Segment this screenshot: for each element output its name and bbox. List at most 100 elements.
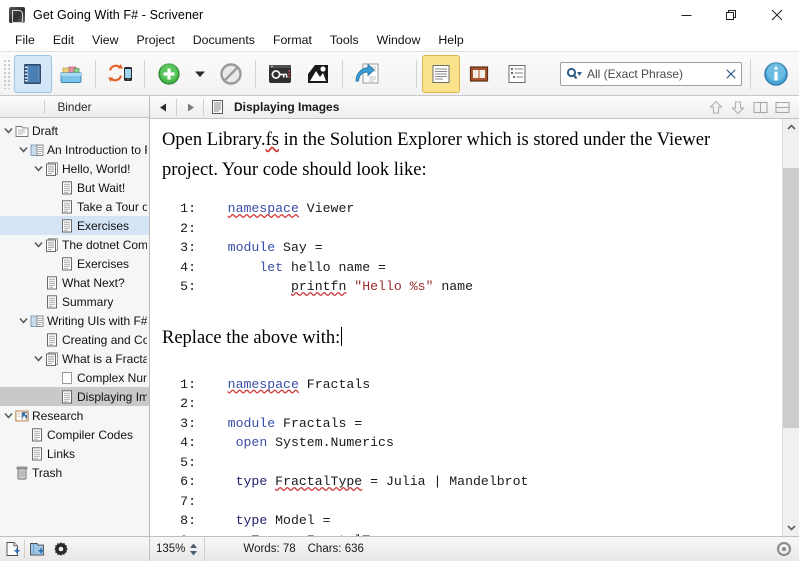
binder-item-label: Research [32, 408, 84, 423]
collections-button[interactable] [52, 55, 90, 93]
binder-item-compiler-codes[interactable]: Compiler Codes [0, 425, 149, 444]
add-button[interactable] [150, 55, 188, 93]
add-dropdown-button[interactable] [188, 55, 212, 93]
main-body: Binder Draft An Introduction to F# Hello, … [0, 96, 799, 536]
scrollbar-thumb[interactable] [782, 168, 799, 428]
back-button[interactable] [152, 97, 174, 118]
disclosure-triangle-open-icon[interactable] [32, 354, 45, 363]
clear-x-icon[interactable] [726, 68, 736, 79]
zoom-control[interactable]: 135% [150, 536, 206, 561]
split-vertical-icon [752, 101, 768, 113]
disclosure-triangle-open-icon[interactable] [32, 164, 45, 173]
disclosure-triangle-open-icon[interactable] [2, 126, 15, 135]
export-button[interactable] [348, 55, 386, 93]
document-icon [45, 294, 59, 309]
go-down-button[interactable] [727, 97, 749, 118]
binder-item-but-wait[interactable]: But Wait! [0, 178, 149, 197]
disclosure-triangle-open-icon[interactable] [2, 411, 15, 420]
document-stack-icon [45, 237, 59, 252]
binder-item-label: Trash [32, 465, 63, 480]
binder-item-complex-numbers[interactable]: Complex Numbers [0, 368, 149, 387]
binder-item-what-is-a-fractal[interactable]: What is a Fractal? [0, 349, 149, 368]
target-icon[interactable] [777, 542, 791, 556]
binder-item-label: What is a Fractal? [62, 351, 147, 366]
binder-item-exercises[interactable]: Exercises [0, 254, 149, 273]
chevron-down-icon [195, 71, 205, 77]
add-folder-button[interactable] [25, 537, 49, 561]
binder-item-the-dotnet-comm[interactable]: The dotnet Comm... [0, 235, 149, 254]
scrivener-window: Get Going With F# - Scrivener File Edit … [0, 0, 799, 561]
binder-item-label: The dotnet Comm... [62, 237, 147, 252]
menu-format[interactable]: Format [264, 32, 321, 49]
disclosure-triangle-open-icon[interactable] [17, 145, 30, 154]
chevron-up-icon [786, 124, 796, 130]
zoom-level: 135% [156, 543, 186, 555]
toolbar-group-view [14, 54, 90, 93]
toolbar-grip[interactable] [3, 58, 12, 89]
document-icon [60, 218, 74, 233]
snapshot-button[interactable] [299, 55, 337, 93]
view-corkboard-button[interactable] [460, 55, 498, 93]
close-button[interactable] [754, 0, 799, 30]
search-input[interactable]: All (Exact Phrase) [560, 61, 742, 86]
binder-item-summary[interactable]: Summary [0, 292, 149, 311]
menu-help[interactable]: Help [429, 32, 472, 49]
menu-bar: File Edit View Project Documents Format … [0, 30, 799, 52]
binder-item-exercises[interactable]: Exercises [0, 216, 149, 235]
document-header-actions [705, 97, 797, 118]
scroll-down-button[interactable] [783, 519, 799, 536]
toolbar-group-meta [261, 55, 337, 93]
binder-item-links[interactable]: Links [0, 444, 149, 463]
menu-documents[interactable]: Documents [184, 32, 264, 49]
view-outliner-button[interactable] [498, 55, 536, 93]
binder-item-take-a-tour-of-f[interactable]: Take a Tour of F# [0, 197, 149, 216]
binder-item-what-next[interactable]: What Next? [0, 273, 149, 292]
binder-item-displaying-images[interactable]: Displaying Images [0, 387, 149, 406]
code-keyword-type: type [235, 474, 268, 489]
binder-item-an-introduction-to-f[interactable]: An Introduction to F# [0, 140, 149, 159]
binder-item-research[interactable]: Research [0, 406, 149, 425]
disclosure-triangle-open-icon[interactable] [17, 316, 30, 325]
binder-header: Binder [0, 96, 149, 118]
forward-button[interactable] [179, 97, 201, 118]
binder-toggle-button[interactable] [14, 54, 52, 93]
binder-item-draft[interactable]: Draft [0, 121, 149, 140]
keywords-button[interactable] [261, 55, 299, 93]
document-text[interactable]: Open Library.fs in the Solution Explorer… [150, 119, 782, 536]
sync-button[interactable] [101, 55, 139, 93]
zoom-spinner[interactable] [189, 543, 198, 556]
menu-window[interactable]: Window [368, 32, 430, 49]
binder-item-hello-world[interactable]: Hello, World! [0, 159, 149, 178]
view-document-button[interactable] [422, 54, 460, 93]
menu-edit[interactable]: Edit [44, 32, 83, 49]
add-text-button[interactable] [0, 537, 24, 561]
info-icon [764, 61, 788, 86]
document-icon [211, 99, 223, 114]
inspector-button[interactable] [757, 55, 795, 93]
go-up-button[interactable] [705, 97, 727, 118]
menu-view[interactable]: View [83, 32, 127, 49]
text-caret [341, 326, 343, 346]
menu-tools[interactable]: Tools [321, 32, 368, 49]
binder-item-trash[interactable]: Trash [0, 463, 149, 482]
editor-vertical-scrollbar[interactable] [782, 119, 799, 536]
no-style-button[interactable] [212, 55, 250, 93]
code-line-number: 5: [180, 454, 196, 470]
disclosure-triangle-open-icon[interactable] [32, 240, 45, 249]
binder-item-writing-uis-with-f[interactable]: Writing UIs with F# [0, 311, 149, 330]
split-vertical-button[interactable] [749, 97, 771, 118]
split-horizontal-button[interactable] [771, 97, 793, 118]
menu-file[interactable]: File [6, 32, 44, 49]
maximize-button[interactable] [709, 0, 754, 30]
binder-item-label: Writing UIs with F# [47, 313, 147, 328]
minimize-button[interactable] [664, 0, 709, 30]
binder-item-label: Compiler Codes [47, 427, 134, 442]
binder-item-label: Exercises [77, 218, 130, 233]
binder-tree[interactable]: Draft An Introduction to F# Hello, World! B… [0, 118, 149, 536]
code-arg-name: name [433, 279, 474, 294]
menu-project[interactable]: Project [127, 32, 183, 49]
scroll-up-button[interactable] [783, 119, 799, 136]
binder-item-creating-and-conf[interactable]: Creating and Conf... [0, 330, 149, 349]
settings-button[interactable] [49, 537, 73, 561]
scrollbar-track[interactable] [782, 136, 799, 519]
